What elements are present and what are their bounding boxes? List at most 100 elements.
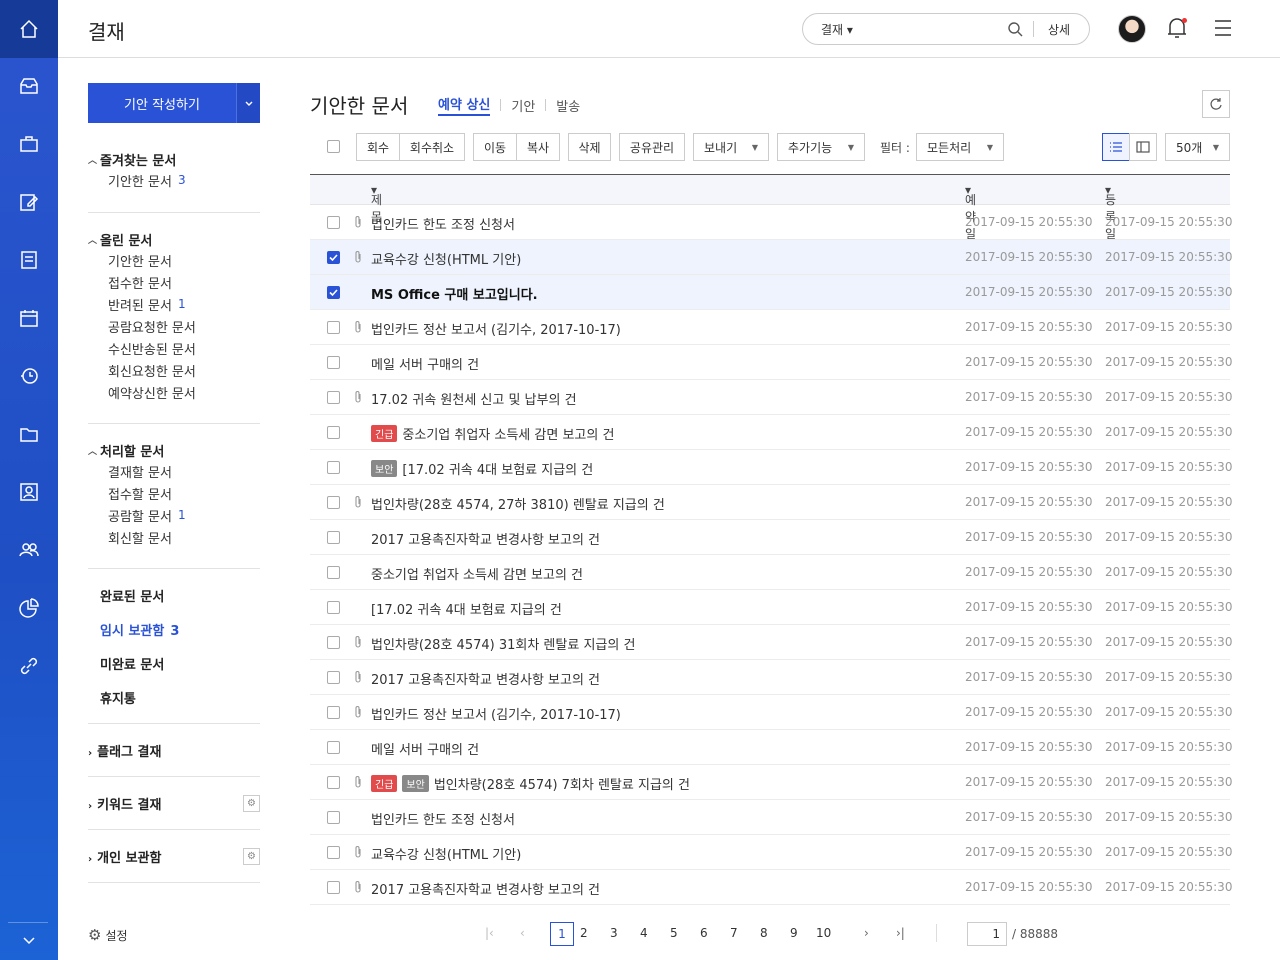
share-button[interactable]: 공유관리 [619,133,685,161]
more-dropdown[interactable]: 추가기능 ▼ [777,133,865,161]
recall-cancel-button[interactable]: 회수취소 [399,133,465,161]
row-subject[interactable]: 교육수강 신청(HTML 기안) [371,844,521,863]
page-number[interactable]: 10 [816,926,831,940]
page-number[interactable]: 3 [610,926,618,940]
column-reserved[interactable]: 예약일 ▾ [965,183,976,241]
refresh-button[interactable] [1202,90,1230,118]
list-view-button[interactable] [1102,133,1130,161]
table-row[interactable]: 교육수강 신청(HTML 기안) 2017-09-15 20:55:30 2017-… [310,240,1232,275]
column-registered[interactable]: 등록일 ▾ [1105,183,1116,241]
fav-group-header[interactable]: ︿ 즐겨찾는 문서 [88,149,260,169]
last-page-icon[interactable]: ›| [896,926,905,940]
row-checkbox[interactable] [327,286,340,299]
todo-group-header[interactable]: ︿ 처리할 문서 [88,440,260,460]
folder-icon[interactable] [0,414,58,454]
row-subject[interactable]: 법인카드 한도 조정 신청서 [371,214,515,233]
row-checkbox[interactable] [327,601,340,614]
first-page-icon[interactable]: |‹ [485,926,494,940]
row-checkbox[interactable] [327,846,340,859]
search-scope-select[interactable]: 결재 ▾ [821,21,853,38]
row-checkbox[interactable] [327,531,340,544]
up-group-header[interactable]: ︿ 올린 문서 [88,229,260,249]
table-row[interactable]: 법인카드 한도 조정 신청서 2017-09-15 20:55:30 2017-09… [310,800,1232,835]
row-subject[interactable]: 교육수강 신청(HTML 기안) [371,249,521,268]
page-input[interactable]: 1 [967,922,1007,946]
prev-page-icon[interactable]: ‹ [520,926,525,940]
sidebar-item-rejected[interactable]: 반려된 문서 1 [88,293,260,315]
menu-icon[interactable] [1214,20,1232,40]
contact-icon[interactable] [0,472,58,512]
page-size-select[interactable]: 50개 ▼ [1165,133,1230,161]
chevron-down-icon[interactable] [0,920,58,960]
search-box[interactable]: 결재 ▾ 상세 [802,13,1090,45]
sidebar-item-to-receive[interactable]: 접수할 문서 [88,482,260,504]
next-page-icon[interactable]: › [864,926,869,940]
sidebar-item-temp[interactable]: 임시 보관함 3 [100,620,179,639]
sidebar-item-fav-drafted[interactable]: 기안한 문서 3 [88,169,260,191]
row-subject[interactable]: 2017 고용촉진자학교 변경사항 보고의 건 [371,879,600,898]
bell-icon[interactable] [1166,16,1188,44]
detail-search-button[interactable]: 상세 [1048,21,1070,38]
sidebar-item-reply-requested[interactable]: 회신요청한 문서 [88,359,260,381]
table-row[interactable]: 중소기업 취업자 소득세 감면 보고의 건 2017-09-15 20:55:30… [310,555,1232,590]
page-number[interactable]: 5 [670,926,678,940]
move-button[interactable]: 이동 [473,133,517,161]
table-row[interactable]: 2017 고용촉진자학교 변경사항 보고의 건 2017-09-15 20:55:… [310,520,1232,555]
chevron-down-icon[interactable] [236,83,260,123]
page-number[interactable]: 8 [760,926,768,940]
column-subject[interactable]: 제목 ▾ [371,183,382,224]
link-icon[interactable] [0,646,58,686]
row-subject[interactable]: 긴급 중소기업 취업자 소득세 감면 보고의 건 [371,424,614,443]
row-checkbox[interactable] [327,566,340,579]
sidebar-item-to-circulate[interactable]: 공람할 문서 1 [88,504,260,526]
row-checkbox[interactable] [327,461,340,474]
table-row[interactable]: 메일 서버 구매의 건 2017-09-15 20:55:30 2017-09-15… [310,730,1232,765]
row-checkbox[interactable] [327,811,340,824]
row-subject[interactable]: 보안 [17.02 귀속 4대 보험료 지급의 건 [371,459,593,478]
sidebar-item-to-reply[interactable]: 회신할 문서 [88,526,260,548]
copy-button[interactable]: 복사 [516,133,560,161]
row-checkbox[interactable] [327,671,340,684]
row-checkbox[interactable] [327,216,340,229]
gear-icon[interactable]: ⚙ [243,848,260,865]
send-dropdown[interactable]: 보내기 ▼ [693,133,769,161]
delete-button[interactable]: 삭제 [568,133,611,161]
recall-button[interactable]: 회수 [356,133,400,161]
search-icon[interactable] [1007,21,1023,41]
table-row[interactable]: 긴급 중소기업 취업자 소득세 감면 보고의 건 2017-09-15 20:55:… [310,415,1232,450]
mail-icon[interactable] [0,66,58,106]
row-checkbox[interactable] [327,776,340,789]
document-icon[interactable] [0,240,58,280]
sidebar-item-returned[interactable]: 수신반송된 문서 [88,337,260,359]
community-icon[interactable] [0,530,58,570]
row-subject[interactable]: MS Office 구매 보고입니다. [371,284,538,303]
page-number[interactable]: 2 [580,926,588,940]
row-checkbox[interactable] [327,741,340,754]
table-row[interactable]: 2017 고용촉진자학교 변경사항 보고의 건 2017-09-15 20:55:… [310,870,1232,905]
gear-icon[interactable]: ⚙ [243,795,260,812]
sidebar-group-keyword[interactable]: › 키워드 결재 [88,794,161,813]
row-checkbox[interactable] [327,881,340,894]
row-checkbox[interactable] [327,636,340,649]
row-subject[interactable]: 2017 고용촉진자학교 변경사항 보고의 건 [371,529,600,548]
row-subject[interactable]: 메일 서버 구매의 건 [371,739,479,758]
page-number[interactable]: 6 [700,926,708,940]
sidebar-group-flag[interactable]: › 플래그 결재 [88,741,161,760]
row-checkbox[interactable] [327,321,340,334]
table-row[interactable]: MS Office 구매 보고입니다. 2017-09-15 20:55:30 20… [310,275,1232,310]
row-subject[interactable]: 17.02 귀속 원천세 신고 및 납부의 건 [371,389,577,408]
sidebar-item-to-approve[interactable]: 결재할 문서 [88,460,260,482]
write-draft-button[interactable]: 기안 작성하기 [88,83,260,123]
row-subject[interactable]: 중소기업 취업자 소득세 감면 보고의 건 [371,564,583,583]
sidebar-item-reserved[interactable]: 예약상신한 문서 [88,381,260,403]
sidebar-item-received[interactable]: 접수한 문서 [88,271,260,293]
table-row[interactable]: 법인카드 정산 보고서 (김기수, 2017-10-17) 2017-09-15 … [310,695,1232,730]
sidebar-item-incomplete[interactable]: 미완료 문서 [100,654,164,673]
select-all-checkbox[interactable] [327,140,340,153]
table-row[interactable]: 긴급 보안 법인차량(28호 4574) 7회차 렌탈료 지급의 건 2017-09-… [310,765,1232,800]
row-subject[interactable]: 법인차량(28호 4574, 27하 3810) 렌탈료 지급의 건 [371,494,665,513]
row-checkbox[interactable] [327,251,340,264]
table-row[interactable]: 법인카드 한도 조정 신청서 2017-09-15 20:55:30 2017-09… [310,205,1232,240]
row-subject[interactable]: 긴급 보안 법인차량(28호 4574) 7회차 렌탈료 지급의 건 [371,774,690,793]
page-number[interactable]: 1 [550,922,574,946]
